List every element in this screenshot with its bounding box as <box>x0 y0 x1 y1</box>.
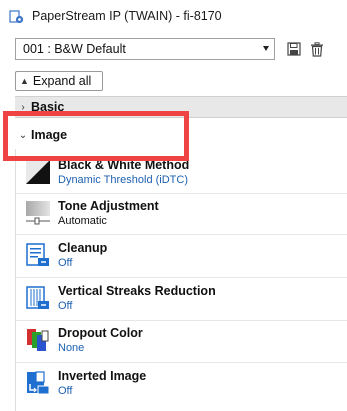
divider <box>16 362 347 363</box>
chevron-right-icon: › <box>21 101 25 113</box>
vertical-streaks-icon <box>26 286 49 309</box>
setting-value: Off <box>58 385 73 397</box>
section-image-label: Image <box>31 128 68 142</box>
setting-value: Off <box>58 300 73 312</box>
setting-black-white-method[interactable]: Black & White Method Dynamic Threshold (… <box>26 156 346 196</box>
save-icon <box>287 42 301 56</box>
profile-dropdown[interactable]: 001 : B&W Default <box>15 38 275 60</box>
section-indent-rule <box>15 149 16 411</box>
divider <box>16 320 347 321</box>
expand-all-button[interactable]: ▲ Expand all <box>15 71 103 91</box>
setting-name: Cleanup <box>58 241 108 255</box>
section-basic-label: Basic <box>31 100 65 114</box>
tone-adjustment-icon <box>26 201 50 225</box>
setting-tone-adjustment[interactable]: Tone Adjustment Automatic <box>26 197 346 237</box>
save-profile-button[interactable] <box>285 40 303 58</box>
title-bar: PaperStream IP (TWAIN) - fi-8170 <box>0 0 347 32</box>
setting-name: Dropout Color <box>58 326 143 340</box>
profile-selected-value: 001 : B&W Default <box>23 42 126 56</box>
setting-inverted-image[interactable]: Inverted Image Off <box>26 367 346 407</box>
expand-toggle-icon: ▲ <box>20 76 29 86</box>
setting-vertical-streaks-reduction[interactable]: Vertical Streaks Reduction Off <box>26 282 346 322</box>
setting-name: Black & White Method <box>58 158 190 172</box>
setting-cleanup[interactable]: Cleanup Off <box>26 239 346 279</box>
section-basic-header[interactable]: › Basic <box>15 96 347 118</box>
dropout-color-icon <box>27 329 49 351</box>
window-title: PaperStream IP (TWAIN) - fi-8170 <box>32 9 222 23</box>
setting-dropout-color[interactable]: Dropout Color None <box>26 324 346 364</box>
setting-name: Tone Adjustment <box>58 199 159 213</box>
setting-value: Dynamic Threshold (iDTC) <box>58 174 188 186</box>
divider <box>16 277 347 278</box>
divider <box>16 193 347 194</box>
expand-all-label: Expand all <box>32 74 92 88</box>
scanner-app-icon <box>9 10 24 24</box>
divider <box>16 234 347 235</box>
chevron-down-icon: ⌄ <box>18 129 28 141</box>
inverted-image-icon <box>27 371 50 395</box>
section-image-header[interactable]: ⌄ Image <box>15 124 347 146</box>
setting-value: Automatic <box>58 215 107 227</box>
setting-name: Inverted Image <box>58 369 147 383</box>
cleanup-icon <box>26 243 49 266</box>
setting-name: Vertical Streaks Reduction <box>58 284 216 298</box>
setting-value: None <box>58 342 85 354</box>
black-white-method-icon <box>26 160 50 184</box>
setting-value: Off <box>58 257 73 269</box>
trash-icon <box>311 41 323 57</box>
delete-profile-button[interactable] <box>308 40 326 58</box>
chevron-down-icon <box>263 46 269 51</box>
